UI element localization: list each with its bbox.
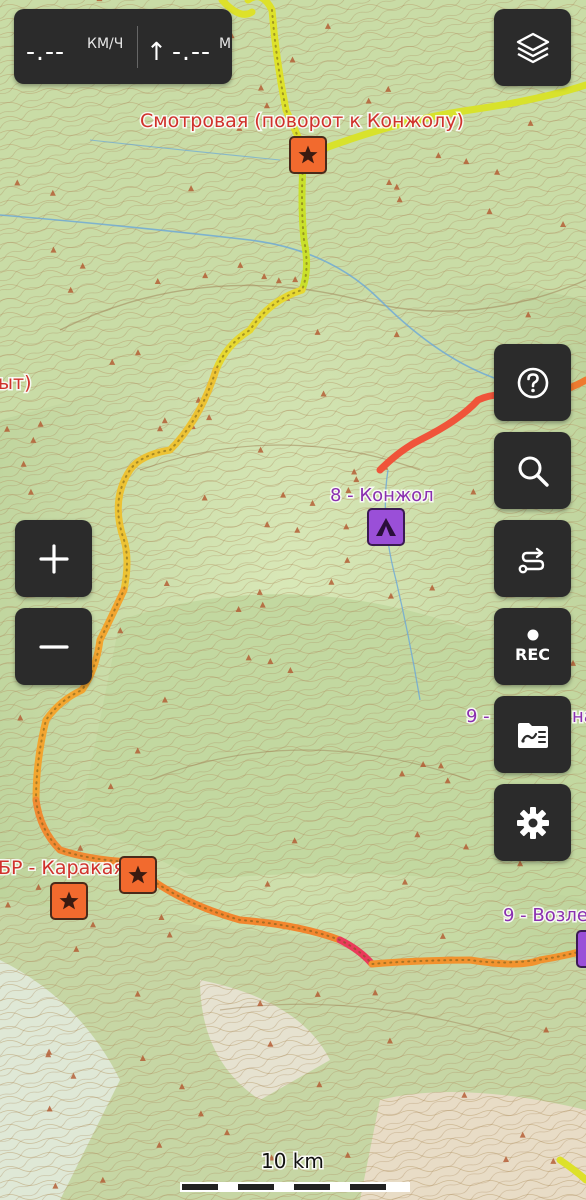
camp-partial-marker[interactable] xyxy=(576,930,586,968)
karakaya-star-marker[interactable] xyxy=(50,882,88,920)
help-button[interactable] xyxy=(494,344,571,421)
viewpoint-star-marker[interactable] xyxy=(289,136,327,174)
record-dot-icon xyxy=(527,629,538,641)
record-label: REC xyxy=(515,645,550,664)
star-icon xyxy=(298,145,318,164)
speed-unit: КМ/Ч xyxy=(87,36,124,52)
scale-label: 10 km xyxy=(260,1148,326,1175)
layers-button[interactable] xyxy=(494,9,571,86)
altitude-unit: М xyxy=(219,36,232,52)
star-icon xyxy=(128,865,148,884)
peak-symbol xyxy=(96,0,103,2)
panel-divider xyxy=(137,26,138,68)
zoom-out-button[interactable] xyxy=(15,608,92,685)
gear-icon xyxy=(516,806,549,839)
camp-konzhol-label: 8 - Конжол xyxy=(329,484,436,508)
viewpoint-label: Смотровая (поворот к Конжолу) xyxy=(139,109,466,134)
partial-left-label: ыт) xyxy=(0,371,33,396)
partial-9a-tail-label: на xyxy=(571,705,586,729)
record-button[interactable]: REC xyxy=(494,608,571,685)
search-icon xyxy=(518,456,549,487)
partial-9b-label: 9 - Возле xyxy=(502,904,586,928)
camp-konzhol-marker[interactable] xyxy=(367,508,405,546)
route-button[interactable] xyxy=(494,520,571,597)
route-icon xyxy=(518,547,544,573)
tent-icon xyxy=(376,518,396,536)
karakaya-star-marker-2[interactable] xyxy=(119,856,157,894)
speed-altitude-panel[interactable]: -.-- КМ/Ч ↑ -.-- М xyxy=(14,9,232,84)
partial-9a-label: 9 - xyxy=(465,705,492,729)
minus-icon xyxy=(38,644,69,649)
help-icon xyxy=(517,367,548,398)
speed-value: -.-- xyxy=(26,37,66,66)
star-icon xyxy=(59,891,79,910)
altitude-value: -.-- xyxy=(172,37,212,66)
layers-icon xyxy=(516,32,549,63)
folder-icon xyxy=(517,722,548,748)
zoom-in-button[interactable] xyxy=(15,520,92,597)
scale-bar xyxy=(180,1182,410,1192)
search-button[interactable] xyxy=(494,432,571,509)
topographic-map[interactable] xyxy=(0,0,586,1200)
settings-button[interactable] xyxy=(494,784,571,861)
tracks-folder-button[interactable] xyxy=(494,696,571,773)
plus-icon xyxy=(38,543,69,574)
altitude-arrow-icon: ↑ xyxy=(146,37,168,66)
